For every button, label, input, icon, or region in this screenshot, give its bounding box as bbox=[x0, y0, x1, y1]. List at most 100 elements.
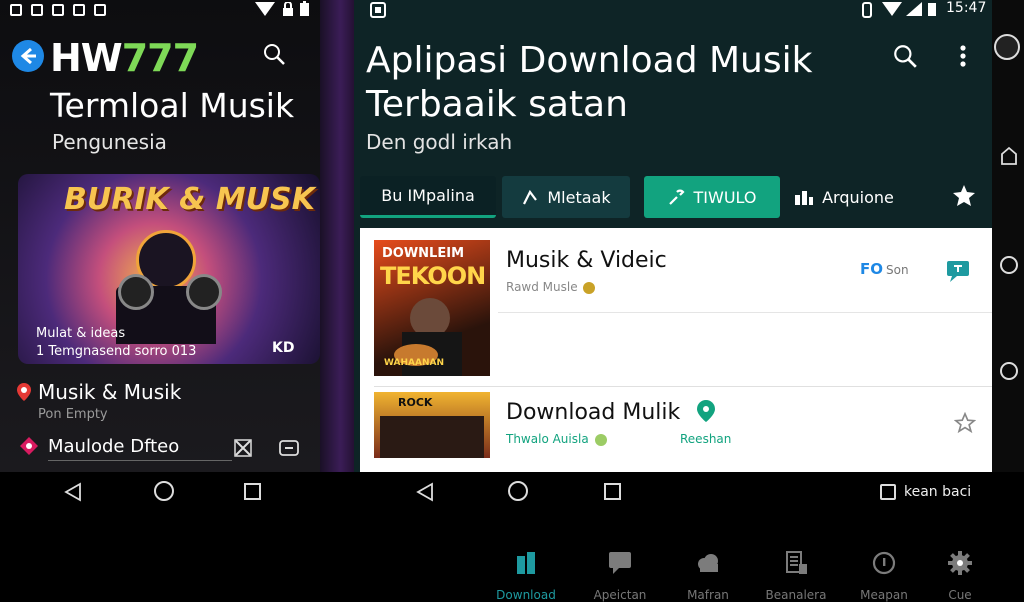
recents-nav-icon[interactable] bbox=[244, 483, 261, 500]
notification-icon bbox=[52, 4, 64, 16]
divider bbox=[498, 312, 992, 313]
app-title-number: 777 bbox=[121, 36, 199, 80]
tab-mletaak[interactable]: Mletaak bbox=[502, 176, 630, 218]
tab-arquione[interactable]: Arquione bbox=[792, 176, 896, 218]
tag-label: Reeshan bbox=[680, 432, 732, 446]
home-nav-icon[interactable] bbox=[154, 481, 174, 501]
featured-banner[interactable]: BURIK & MUSK Mulat & ideas 1 Temgnasend … bbox=[18, 174, 320, 364]
battery-icon bbox=[300, 1, 309, 16]
location-pin-icon bbox=[16, 383, 32, 401]
notification-icon bbox=[94, 4, 106, 16]
album-art[interactable]: DOWNLEIM TEKOON WAHAANAN bbox=[374, 240, 490, 376]
panel-divider bbox=[320, 0, 354, 472]
cloud-icon bbox=[695, 550, 721, 576]
back-arrow-icon[interactable] bbox=[12, 40, 44, 72]
profile-icon[interactable] bbox=[994, 34, 1020, 60]
wifi-icon bbox=[255, 2, 275, 16]
page-title: Terbaaik satan bbox=[366, 84, 628, 125]
action-label: Apeictan bbox=[593, 588, 647, 602]
navigation-bar: kean baci bbox=[0, 472, 1024, 512]
band-figure bbox=[380, 416, 484, 458]
battery-icon bbox=[928, 1, 936, 16]
action-label: Mafran bbox=[687, 588, 729, 602]
tab-label: Mletaak bbox=[547, 187, 611, 207]
verified-icon bbox=[594, 433, 607, 446]
notification-icon bbox=[10, 4, 22, 16]
divider bbox=[48, 460, 232, 461]
chat-icon bbox=[607, 550, 633, 576]
vibrate-icon bbox=[860, 2, 874, 18]
more-options-icon[interactable] bbox=[959, 44, 967, 68]
action-cue[interactable]: Cue bbox=[920, 550, 1000, 602]
settings-icon[interactable] bbox=[952, 184, 976, 208]
divider bbox=[374, 386, 992, 387]
speaker-icon bbox=[118, 274, 154, 310]
card-title[interactable]: Download Mulik bbox=[506, 400, 680, 425]
tab-label: Arquione bbox=[822, 187, 894, 207]
banner-badge: KD bbox=[272, 340, 295, 356]
document-icon bbox=[783, 550, 809, 576]
recents-nav-icon[interactable] bbox=[1000, 362, 1018, 380]
star-icon[interactable] bbox=[954, 412, 976, 434]
back-nav-icon[interactable] bbox=[1000, 146, 1018, 166]
card-author: Rawd Musle bbox=[506, 280, 596, 294]
comment-icon[interactable] bbox=[946, 260, 970, 282]
gear-icon bbox=[947, 550, 973, 576]
art-text: DOWNLEIM bbox=[382, 246, 464, 261]
card-title[interactable]: Musik & Videic bbox=[506, 248, 667, 273]
speaker-icon bbox=[186, 274, 222, 310]
chart-icon bbox=[794, 189, 814, 205]
location-pin-icon bbox=[696, 400, 716, 422]
shuffle-icon[interactable] bbox=[234, 439, 252, 457]
right-app-panel: 15:47 Aplipasi Download Musik Terbaaik s… bbox=[354, 0, 992, 602]
action-label: Download bbox=[496, 588, 556, 602]
list-item-title[interactable]: Musik & Musik bbox=[38, 380, 181, 404]
tab-tiwulo[interactable]: TIWULO bbox=[644, 176, 780, 218]
wifi-icon bbox=[882, 2, 902, 16]
art-text: WAHAANAN bbox=[384, 358, 444, 368]
tab-label: Bu IMpalina bbox=[381, 186, 475, 205]
nav-right-label[interactable]: kean baci bbox=[904, 484, 971, 500]
page-subtitle: Den godl irkah bbox=[366, 130, 513, 154]
action-mafran[interactable]: Mafran bbox=[668, 550, 748, 602]
back-nav-icon[interactable] bbox=[416, 482, 434, 502]
action-label: Meapan bbox=[860, 588, 908, 602]
info-icon bbox=[871, 550, 897, 576]
music-icon bbox=[20, 437, 38, 455]
action-label: Beanalera bbox=[765, 588, 827, 602]
subtitle: Pengunesia bbox=[52, 130, 167, 154]
author-name: Rawd Musle bbox=[506, 280, 578, 294]
tag-badge: FO bbox=[860, 260, 883, 278]
notification-icon bbox=[31, 4, 43, 16]
card-author: Thwalo Auisla bbox=[506, 432, 607, 446]
list-item-title[interactable]: Maulode Dfteo bbox=[48, 436, 179, 457]
back-nav-icon[interactable] bbox=[64, 482, 82, 502]
headline: Termloal Musik bbox=[50, 86, 295, 125]
search-icon[interactable] bbox=[262, 42, 286, 66]
banner-caption: 1 Temgnasend sorro 013 bbox=[36, 344, 197, 359]
keyboard-icon[interactable] bbox=[880, 484, 896, 500]
author-name: Thwalo Auisla bbox=[506, 432, 589, 446]
action-meapan[interactable]: Meapan bbox=[844, 550, 924, 602]
repeat-icon[interactable] bbox=[279, 439, 299, 457]
tag-label: Son bbox=[886, 263, 909, 277]
recents-nav-icon[interactable] bbox=[604, 483, 621, 500]
tab-home[interactable]: Bu IMpalina bbox=[360, 176, 496, 218]
home-nav-icon[interactable] bbox=[508, 481, 528, 501]
content-list: DOWNLEIM TEKOON WAHAANAN Musik & Videic … bbox=[360, 228, 992, 602]
signal-icon bbox=[906, 2, 922, 16]
app-title: HW777 bbox=[50, 36, 199, 80]
download-icon bbox=[513, 550, 539, 576]
search-icon[interactable] bbox=[892, 43, 918, 69]
banner-caption: Mulat & ideas bbox=[36, 326, 126, 341]
app-title-part: HW bbox=[50, 36, 123, 80]
home-nav-icon[interactable] bbox=[1000, 256, 1018, 274]
action-apeictan[interactable]: Apeictan bbox=[580, 550, 660, 602]
verified-icon bbox=[583, 281, 596, 294]
status-time: 15:47 bbox=[946, 0, 987, 16]
action-beanalera[interactable]: Beanalera bbox=[756, 550, 836, 602]
art-text: TEKOON bbox=[380, 262, 486, 290]
album-art[interactable]: ROCK bbox=[374, 392, 490, 458]
action-download[interactable]: Download bbox=[486, 550, 566, 602]
link-icon bbox=[668, 188, 686, 206]
